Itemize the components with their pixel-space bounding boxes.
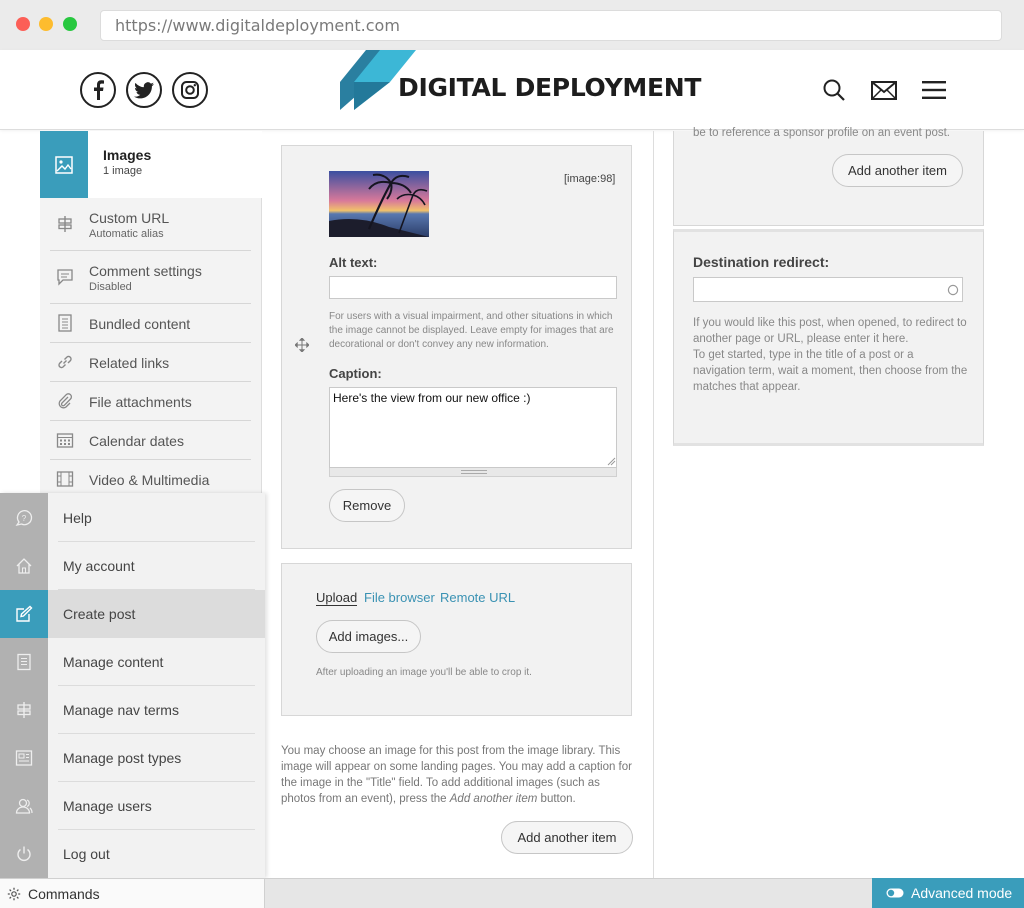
tab-comment-settings[interactable]: Comment settings Disabled [50, 251, 251, 304]
image-thumbnail[interactable] [329, 171, 429, 237]
help-icon: ? [0, 494, 48, 542]
paperclip-icon [58, 393, 73, 409]
tab-custom-url[interactable]: Custom URL Automatic alias [50, 198, 251, 251]
tab-sublabel: Automatic alias [89, 228, 164, 240]
minimize-window-button[interactable] [39, 17, 53, 31]
tab-label: Related links [89, 355, 170, 371]
tab-remote-url[interactable]: Remote URL [440, 590, 515, 605]
sponsor-help-text: be to reference a sponsor profile on an … [693, 127, 950, 139]
images-help-text: You may choose an image for this post fr… [281, 745, 632, 805]
image-reference-tag: [image:98] [564, 173, 616, 185]
tab-label: Video & Multimedia [89, 472, 210, 488]
commands-toggle[interactable]: Commands [0, 878, 265, 908]
document-icon [0, 638, 48, 686]
close-window-button[interactable] [16, 17, 30, 31]
add-images-button[interactable]: Add images... [316, 620, 421, 653]
drag-handle-icon[interactable] [295, 338, 309, 352]
add-another-item-button-right[interactable]: Add another item [832, 154, 963, 187]
tab-bundled-content[interactable]: Bundled content [50, 304, 251, 343]
gear-icon [7, 887, 21, 901]
command-label: Help [63, 510, 92, 526]
caption-textarea[interactable]: Here's the view from our new office :) [329, 387, 617, 468]
alt-text-input[interactable] [329, 276, 617, 299]
caption-resize-grip[interactable] [329, 468, 617, 477]
add-another-item-button[interactable]: Add another item [501, 821, 633, 854]
menu-icon[interactable] [922, 81, 946, 99]
tab-label: Calendar dates [89, 433, 184, 449]
toggle-switch-icon [886, 888, 904, 898]
autocomplete-throbber-icon [947, 284, 959, 296]
layout-icon [0, 734, 48, 782]
tab-images-label: Images [103, 147, 152, 163]
alt-text-label: Alt text: [329, 255, 378, 270]
maximize-window-button[interactable] [63, 17, 77, 31]
tab-calendar-dates[interactable]: Calendar dates [50, 421, 251, 460]
remove-image-button[interactable]: Remove [329, 489, 405, 522]
command-label: Manage content [63, 654, 164, 670]
command-my-account[interactable]: My account [0, 542, 265, 590]
destination-redirect-input[interactable] [693, 277, 963, 302]
signpost-icon [0, 686, 48, 734]
signpost-icon [58, 216, 72, 232]
tab-label: File attachments [89, 394, 192, 410]
command-manage-nav-terms[interactable]: Manage nav terms [0, 686, 265, 734]
tab-label: Comment settings [89, 263, 202, 279]
destination-redirect-help: If you would like this post, when opened… [693, 317, 968, 393]
tab-label: Bundled content [89, 316, 191, 332]
brand-name[interactable]: DIGITAL DEPLOYMENT [398, 73, 701, 102]
tab-video-multimedia[interactable]: Video & Multimedia [50, 460, 251, 493]
twitter-icon[interactable] [126, 72, 162, 108]
comment-icon [57, 269, 73, 286]
destination-redirect-label: Destination redirect: [693, 254, 830, 270]
command-manage-users[interactable]: Manage users [0, 782, 265, 830]
caption-label: Caption: [329, 366, 382, 381]
svg-text:?: ? [22, 514, 27, 523]
tab-images[interactable]: Images 1 image [40, 131, 262, 198]
tab-label: Custom URL [89, 210, 170, 226]
tab-images-count: 1 image [103, 165, 143, 177]
command-label: Manage users [63, 798, 152, 814]
calendar-icon [56, 433, 74, 448]
tab-file-browser[interactable]: File browser [364, 590, 435, 605]
image-icon [40, 131, 88, 198]
advanced-mode-label: Advanced mode [911, 885, 1013, 901]
command-help[interactable]: ? Help [0, 494, 265, 542]
home-icon [0, 542, 48, 590]
column-divider [653, 131, 654, 878]
upload-help: After uploading an image you'll be able … [316, 667, 532, 678]
facebook-icon[interactable] [80, 72, 116, 108]
resize-corner-icon[interactable] [606, 456, 616, 466]
instagram-icon[interactable] [172, 72, 208, 108]
edit-icon [0, 590, 48, 638]
film-icon [56, 471, 74, 487]
tab-related-links[interactable]: Related links [50, 343, 251, 382]
advanced-mode-toggle[interactable]: Advanced mode [872, 878, 1024, 908]
search-icon[interactable] [822, 78, 846, 102]
power-icon [0, 830, 48, 878]
command-label: Create post [63, 606, 136, 622]
commands-label: Commands [28, 886, 100, 902]
tab-file-attachments[interactable]: File attachments [50, 382, 251, 421]
command-label: My account [63, 558, 135, 574]
command-label: Manage nav terms [63, 702, 179, 718]
address-bar[interactable]: https://www.digitaldeployment.com [100, 10, 1002, 41]
alt-text-help: For users with a visual impairment, and … [329, 311, 614, 350]
document-icon [58, 314, 72, 332]
command-manage-post-types[interactable]: Manage post types [0, 734, 265, 782]
command-log-out[interactable]: Log out [0, 830, 265, 878]
tab-upload[interactable]: Upload [316, 590, 358, 606]
command-label: Log out [63, 846, 110, 862]
command-create-post[interactable]: Create post [0, 590, 265, 638]
command-label: Manage post types [63, 750, 182, 766]
command-manage-content[interactable]: Manage content [0, 638, 265, 686]
link-icon [58, 355, 72, 369]
users-icon [0, 782, 48, 830]
tab-sublabel: Disabled [89, 281, 132, 293]
mail-icon[interactable] [871, 81, 897, 100]
